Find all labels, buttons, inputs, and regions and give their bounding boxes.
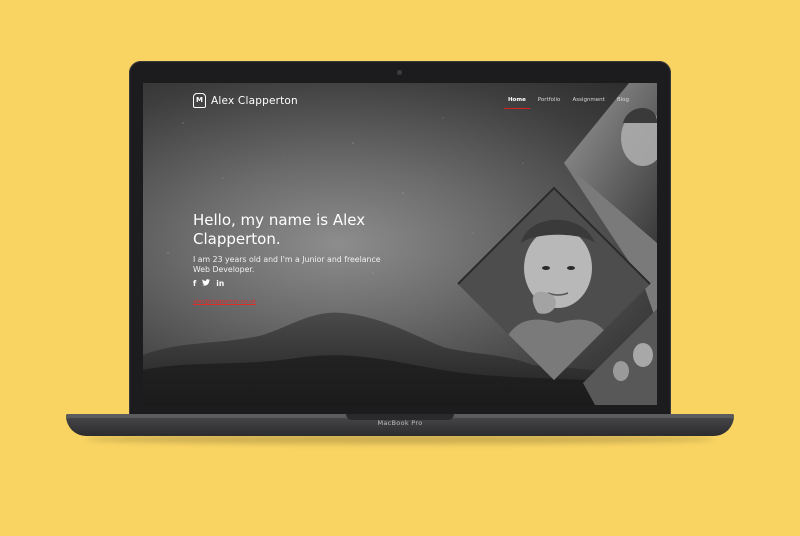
camera-icon xyxy=(397,70,402,75)
site-logo[interactable]: M Alex Clapperton xyxy=(193,93,298,108)
email-link[interactable]: alex@clapperton.co.uk xyxy=(193,299,256,305)
brand-name: Alex Clapperton xyxy=(211,94,298,107)
nav-portfolio[interactable]: Portfolio xyxy=(538,97,561,103)
facebook-icon[interactable]: f xyxy=(193,279,196,288)
hero-heading: Hello, my name is Alex Clapperton. xyxy=(193,211,366,248)
twitter-icon[interactable] xyxy=(202,279,211,288)
nav-home[interactable]: Home xyxy=(503,97,530,109)
main-nav: Home Portfolio Assignment Blog xyxy=(503,97,629,109)
website-screen: M Alex Clapperton Home Portfolio Assignm… xyxy=(143,83,657,405)
laptop-lid: M Alex Clapperton Home Portfolio Assignm… xyxy=(129,61,671,416)
social-links: f in xyxy=(193,279,393,288)
device-model-label: MacBook Pro xyxy=(377,419,423,427)
linkedin-icon[interactable]: in xyxy=(216,279,224,288)
hero-section: Hello, my name is Alex Clapperton. I am … xyxy=(193,211,393,307)
hero-subtext: I am 23 years old and I'm a Junior and f… xyxy=(193,255,381,274)
nav-blog[interactable]: Blog xyxy=(617,97,629,103)
nav-assignment[interactable]: Assignment xyxy=(572,97,604,103)
logo-mark-icon: M xyxy=(193,93,206,108)
